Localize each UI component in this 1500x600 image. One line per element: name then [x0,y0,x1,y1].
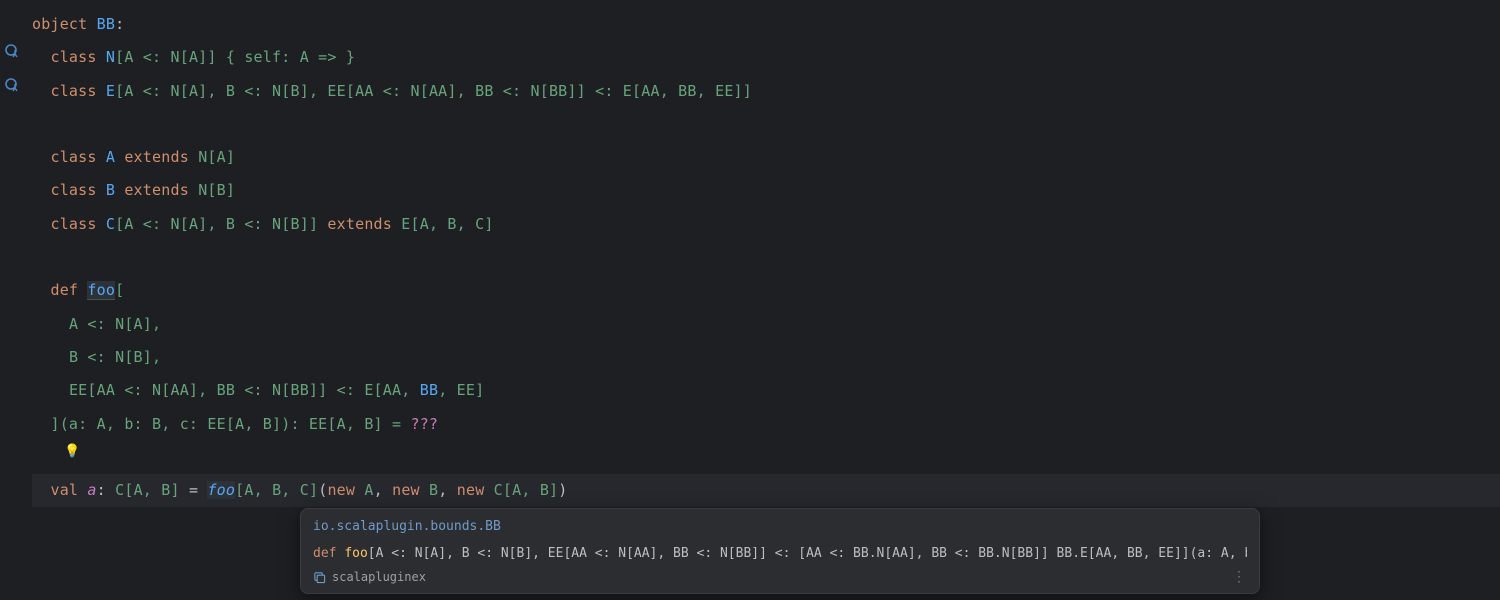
code-line-current[interactable]: val a: C[A, B] = foo[A, B, C](new A, new… [32,474,1500,507]
code-line[interactable] [32,441,1500,474]
implements-icon[interactable] [3,42,21,60]
code-line[interactable]: class C[A <: N[A], B <: N[B]] extends E[… [32,208,1500,241]
popup-signature: def foo[A <: N[A], B <: N[B], EE[AA <: N… [313,546,1247,561]
bulb-icon[interactable]: 💡 [64,444,80,459]
popup-module: scalapluginex [313,570,426,584]
code-line[interactable]: class N[A <: N[A]] { self: A => } [32,41,1500,74]
code-line[interactable]: A <: N[A], [32,308,1500,341]
quick-doc-popup[interactable]: io.scalaplugin.bounds.BB def foo[A <: N[… [300,508,1260,594]
code-line[interactable]: class E[A <: N[A], B <: N[B], EE[AA <: N… [32,75,1500,108]
code-line[interactable]: def foo[ [32,274,1500,307]
popup-package: io.scalaplugin.bounds.BB [313,519,1247,534]
method-decl-foo[interactable]: foo [87,281,115,300]
implements-icon[interactable] [3,76,21,94]
code-line[interactable] [32,241,1500,274]
code-line[interactable] [32,108,1500,141]
code-editor[interactable]: object BB: class N[A <: N[A]] { self: A … [32,0,1500,507]
code-line[interactable]: ](a: A, b: B, c: EE[A, B]): EE[A, B] = ?… [32,408,1500,441]
code-line[interactable]: B <: N[B], [32,341,1500,374]
code-line[interactable]: EE[AA <: N[AA], BB <: N[BB]] <: E[AA, BB… [32,374,1500,407]
module-icon [313,571,326,584]
code-line[interactable]: class A extends N[A] [32,141,1500,174]
method-usage-foo[interactable]: foo [207,481,235,499]
code-line[interactable]: object BB: [32,8,1500,41]
editor-gutter [0,0,28,600]
code-line[interactable]: class B extends N[B] [32,174,1500,207]
kebab-icon[interactable]: ⋮ [1232,569,1247,585]
